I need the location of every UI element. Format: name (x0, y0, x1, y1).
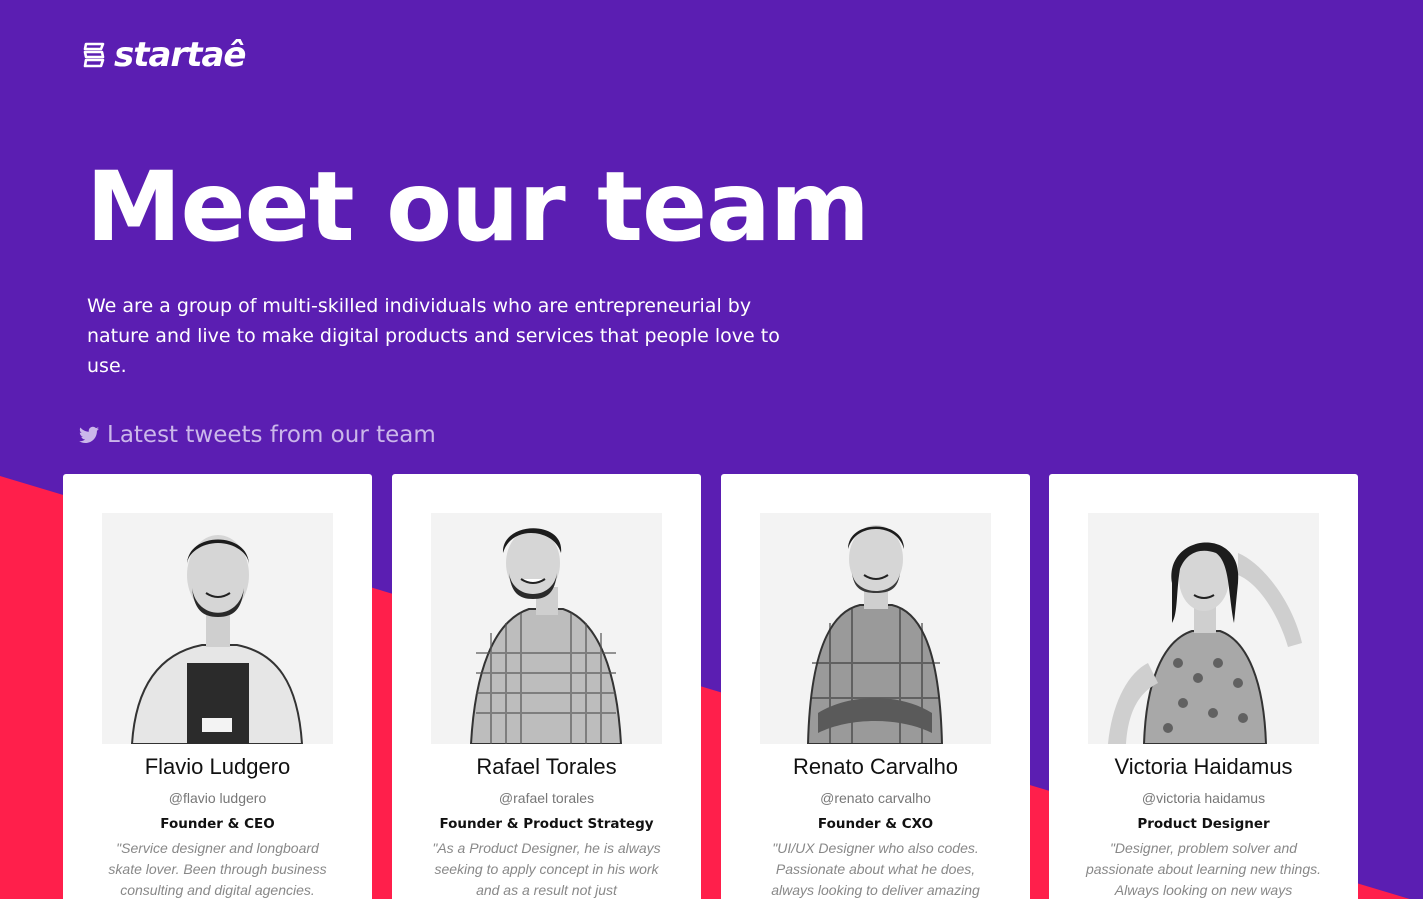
team-card[interactable]: Flavio Ludgero @flavio ludgero Founder &… (63, 474, 372, 899)
team-card[interactable]: Victoria Haidamus @victoria haidamus Pro… (1049, 474, 1358, 899)
member-role: Founder & CEO (160, 816, 275, 832)
team-photo (431, 513, 662, 744)
member-role: Founder & CXO (817, 816, 934, 832)
member-handle[interactable]: @flavio ludgero (63, 790, 372, 806)
page-title: Meet our team (86, 151, 870, 263)
member-handle[interactable]: @victoria haidamus (1049, 790, 1358, 806)
member-name: Renato Carvalho (792, 754, 959, 779)
member-handle[interactable]: @rafael torales (392, 790, 701, 806)
person-photo-icon (760, 513, 991, 744)
team-card[interactable]: Rafael Torales @rafael torales Founder &… (392, 474, 701, 899)
member-name: Rafael Torales (476, 754, 617, 779)
member-bio: "As a Product Designer, he is always see… (432, 840, 661, 898)
logo-wordmark: startaê (114, 35, 246, 75)
page: startaê Meet our team We are a group of … (0, 0, 1423, 899)
hero-subtitle: We are a group of multi-skilled individu… (87, 295, 780, 377)
member-handle[interactable]: @renato carvalho (721, 790, 1030, 806)
member-bio: "UI/UX Designer who also codes. Passiona… (771, 840, 980, 898)
person-photo-icon (431, 513, 662, 744)
team-photo (760, 513, 991, 744)
team-photo (1088, 513, 1319, 744)
member-name: Flavio Ludgero (144, 754, 291, 779)
team-card[interactable]: Renato Carvalho @renato carvalho Founder… (721, 474, 1030, 899)
member-bio: "Service designer and longboard skate lo… (108, 840, 327, 898)
member-name: Victoria Haidamus (1114, 754, 1293, 779)
member-role: Product Designer (1137, 816, 1270, 832)
logo-mark-icon (83, 42, 105, 68)
startae-logo[interactable]: startaê (82, 35, 246, 75)
team-photo (102, 513, 333, 744)
member-role: Founder & Product Strategy (439, 816, 654, 832)
tweets-heading: Latest tweets from our team (79, 422, 436, 448)
twitter-icon (79, 426, 99, 443)
person-photo-icon (102, 513, 333, 744)
tweets-heading-label: Latest tweets from our team (107, 422, 436, 448)
person-photo-icon (1088, 513, 1319, 744)
member-bio: "Designer, problem solver and passionate… (1085, 840, 1322, 898)
